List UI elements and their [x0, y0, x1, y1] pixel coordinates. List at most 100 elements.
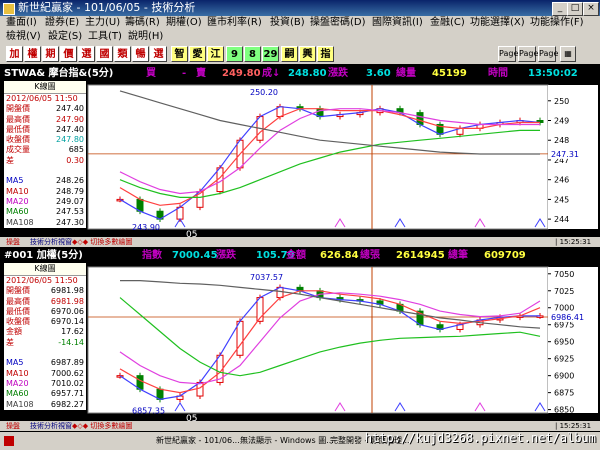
date-label: 05 — [186, 230, 197, 237]
toolbar-button[interactable]: 愛 — [189, 46, 206, 62]
info-row: 最高價 6981.98 — [4, 297, 86, 307]
axis-tick-label: 7050 — [554, 270, 574, 279]
low-label: 243.90 — [132, 223, 160, 232]
menu-bar-primary: 畫面(I) 證券(E) 主力(U) 籌碼(R) 期權(O) 匯市利率(R) 投資… — [0, 16, 600, 30]
toolbar-button[interactable]: 興 — [299, 46, 316, 62]
info-row: MA20 249.07 — [4, 197, 86, 207]
footer-item[interactable]: 操盤 — [6, 421, 20, 431]
menu-item-invest[interactable]: 投資(B) — [270, 16, 305, 30]
volume-value: 45199 — [432, 68, 467, 79]
menu-item-major[interactable]: 主力(U) — [85, 16, 120, 30]
toolbar-button[interactable]: 江 — [207, 46, 224, 62]
footer-item[interactable]: 技術分析視窗 — [30, 421, 72, 431]
toolbar-button[interactable]: 選 — [78, 46, 95, 62]
taskbar-item[interactable]: 新世紀贏家 - 101/06... — [156, 432, 240, 450]
axis-tick-label: 248 — [554, 136, 569, 145]
toolbar-button[interactable]: 類 — [114, 46, 131, 62]
info-row: 差 -14.14 — [4, 338, 86, 348]
info-key: MA60 — [6, 389, 29, 399]
axis-tick-label: 6925 — [554, 355, 574, 364]
info-key: 收盤價 — [6, 135, 30, 145]
minimize-button[interactable]: _ — [552, 2, 568, 16]
menu-item-help[interactable]: 說明(H) — [128, 30, 163, 44]
grid-icon[interactable]: ▦ — [560, 46, 576, 62]
footer-time: | 15:25:31 — [555, 238, 592, 246]
maximize-button[interactable]: □ — [567, 2, 583, 16]
menu-item-function-select[interactable]: 功能選擇(X) — [470, 16, 525, 30]
menu-item-settings[interactable]: 設定(S) — [48, 30, 82, 44]
chart-panel-bottom: #001 加權(5分) 指數 7000.45 漲跌 105.79 金額 626.… — [0, 248, 600, 431]
toolbar-button[interactable]: 嗣 — [281, 46, 298, 62]
menu-item-finance[interactable]: 金融(C) — [430, 16, 465, 30]
page-button-1[interactable]: Page — [498, 46, 518, 62]
menu-item-securities[interactable]: 證券(E) — [45, 16, 79, 30]
menu-item-intl[interactable]: 國際資訊(I) — [372, 16, 423, 30]
axis-tick-label: 6875 — [554, 389, 574, 398]
app-icon — [3, 3, 15, 15]
menu-item-screen[interactable]: 畫面(I) — [6, 16, 37, 30]
symbol-label[interactable]: STWA& 摩台指&(5分) — [4, 67, 113, 81]
toolbar-button[interactable]: 智 — [171, 46, 188, 62]
menu-item-trading-code[interactable]: 操盤密碼(D) — [310, 16, 366, 30]
info-row: MA60 6957.71 — [4, 389, 86, 399]
toolbar-button[interactable]: 8 — [244, 46, 261, 62]
index-label: 指數 — [142, 250, 162, 261]
info-row: 收盤價 247.80 — [4, 135, 86, 145]
chart-panel-top: STWA& 摩台指&(5分) 買 - 賣 249.80 成↓ 248.80 漲跌… — [0, 65, 600, 247]
change-value: 3.60 — [366, 68, 391, 79]
page-button-2[interactable]: Page — [518, 46, 538, 62]
candle-body — [236, 320, 244, 356]
info-value: 247.40 — [56, 104, 84, 114]
info-value: 17.62 — [61, 327, 84, 337]
kline-title: K線圖 — [4, 81, 86, 94]
info-value: 0.30 — [66, 155, 84, 165]
taskbar-item[interactable]: 無法顯示 - Windows 圖... — [240, 432, 334, 450]
footer-item[interactable]: 操盤 — [6, 237, 20, 247]
close-button[interactable]: × — [583, 2, 599, 16]
menu-item-function-op[interactable]: 功能操作(F) — [530, 16, 584, 30]
info-row: 開盤價 247.40 — [4, 104, 86, 114]
toolbar-button[interactable]: 選 — [150, 46, 167, 62]
high-label: 7037.57 — [250, 273, 283, 282]
toolbar-button[interactable]: 權 — [24, 46, 41, 62]
info-value: 247.90 — [56, 114, 84, 124]
info-value: 6970.14 — [50, 317, 84, 327]
info-key: 收盤價 — [6, 317, 30, 327]
toolbar-button[interactable]: 9 — [226, 46, 243, 62]
plot-area — [87, 84, 549, 230]
start-icon[interactable] — [4, 436, 14, 446]
info-key: MA5 — [6, 358, 24, 368]
toolbar-button[interactable]: 期 — [42, 46, 59, 62]
footer-bar-top: 操盤 技術分析視窗 ◆◇◆ 切換多數繪圖 | 15:25:31 — [0, 237, 600, 247]
footer-item[interactable]: 技術分析視窗 — [30, 237, 72, 247]
footer-item[interactable]: ◆◇◆ 切換多數繪圖 — [72, 421, 132, 431]
total-volume-label: 總張 — [360, 250, 380, 261]
footer-item[interactable]: ◆◇◆ 切換多數繪圖 — [72, 237, 132, 247]
toolbar-button[interactable]: 暢 — [132, 46, 149, 62]
toolbar-button[interactable]: 國 — [96, 46, 113, 62]
menu-item-options[interactable]: 期權(O) — [166, 16, 202, 30]
toolbar-button[interactable]: 指 — [317, 46, 334, 62]
watermark-url: http://kujd3268.pixnet.net/album — [364, 431, 596, 445]
menu-bar-secondary: 檢視(V) 設定(S) 工具(T) 說明(H) — [0, 30, 600, 44]
amount-value: 626.84 — [320, 250, 359, 261]
time-label: 時間 — [488, 68, 508, 79]
toolbar-button[interactable]: 29 — [262, 46, 279, 62]
info-row — [4, 348, 86, 358]
info-key: 最低價 — [6, 124, 30, 134]
info-key: MA20 — [6, 196, 29, 206]
toolbar-button[interactable]: 加 — [6, 46, 23, 62]
candlestick-chart-top[interactable]: 250249248247246245244250.20243.90247.310… — [0, 81, 600, 237]
page-button-3[interactable]: Page — [538, 46, 558, 62]
menu-item-view[interactable]: 檢視(V) — [6, 30, 41, 44]
menu-item-forex[interactable]: 匯市利率(R) — [207, 16, 262, 30]
menu-item-chips[interactable]: 籌碼(R) — [125, 16, 160, 30]
menu-item-tools[interactable]: 工具(T) — [88, 30, 122, 44]
axis-tick-label: 6950 — [554, 338, 574, 347]
info-key: 最高價 — [6, 114, 30, 124]
high-label: 250.20 — [250, 88, 278, 97]
axis-tick-label: 7025 — [554, 287, 574, 296]
candlestick-chart-bottom[interactable]: 7050 7025 7000 6975 6950 6925 6900 6875 6850 7037… — [0, 263, 600, 421]
symbol-label[interactable]: #001 加權(5分) — [4, 249, 83, 263]
toolbar-button[interactable]: 價 — [60, 46, 77, 62]
